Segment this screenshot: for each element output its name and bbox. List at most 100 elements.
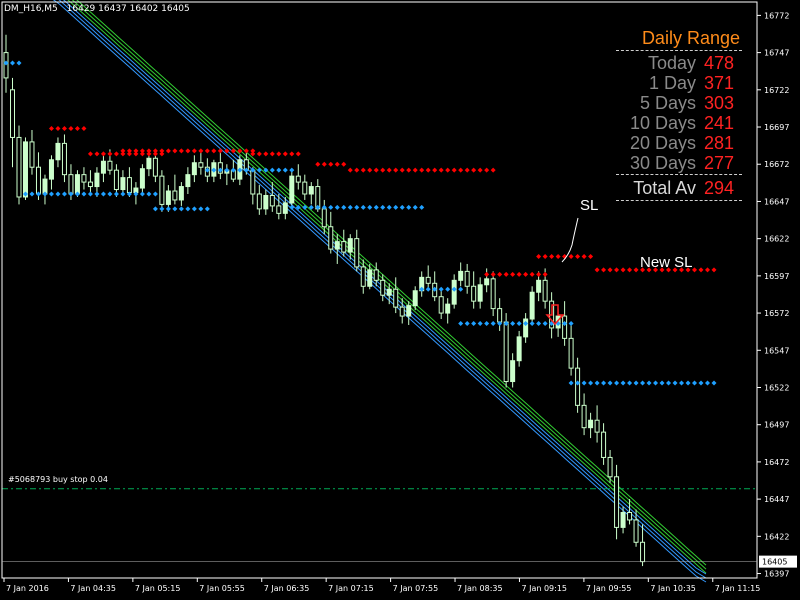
x-tick-label: 7 Jan 04:35 [70,584,116,593]
candle-body [607,456,613,478]
y-tick-label: 16447 [764,495,789,504]
candle-body [113,169,119,191]
y-tick-label: 16397 [764,570,789,579]
candle-body [568,337,574,369]
row-label: 20 Days [629,133,696,153]
candle-body [614,476,620,528]
row-label: 10 Days [629,113,696,133]
candle-body [61,142,67,176]
candle-body [48,159,54,180]
current-price-label: 16405 [762,558,787,567]
candle-body [172,190,178,201]
candle-body [68,174,74,195]
y-tick-label: 16722 [764,86,789,95]
candle-body [107,160,113,171]
candle-body [22,141,28,198]
x-tick-label: 7 Jan 07:55 [393,584,439,593]
row-value: 478 [704,53,735,73]
candle-body [263,194,269,210]
row-label: 30 Days [629,153,696,173]
candle-body [341,241,347,253]
candle-body [393,288,399,308]
candle-body [289,175,295,204]
candle-body [581,404,587,429]
candle-body [152,157,158,177]
sl-annotation: SL [580,197,599,214]
candle-body [347,238,353,253]
y-tick-label: 16597 [764,272,789,281]
candle-body [35,166,41,195]
symbol-label: DM_H16,M5 [4,4,58,14]
candle-body [477,284,483,302]
candle-body [542,279,548,302]
candle-body [328,226,334,250]
candle-body [633,519,639,543]
candle-body [100,160,106,174]
row-value: 303 [704,93,735,113]
candle-body [178,186,184,201]
candle-body [458,270,464,281]
new-sl-annotation: New SL [640,254,693,271]
total-label: Total Av [633,178,696,198]
candle-body [282,202,288,214]
candle-body [536,279,542,293]
daily-range-title: Daily Range [641,28,740,48]
row-value: 241 [704,113,735,133]
candle-body [29,141,35,168]
candle-body [562,315,568,339]
candle-body [627,512,633,521]
candle-body [425,276,431,284]
candle-body [529,291,535,320]
x-tick-label: 7 Jan 05:15 [135,584,181,593]
candle-body [620,512,626,528]
row-label: 1 Day [648,73,696,93]
y-tick-label: 16697 [764,123,789,132]
candle-body [165,190,171,205]
candle-body [276,205,282,214]
candle-body [354,238,360,268]
daily-range-divider [616,50,742,51]
candle-body [575,367,581,406]
candle-body [445,303,451,314]
candle-body [87,181,93,188]
row-value: 277 [704,153,735,173]
candle-body [601,431,607,458]
daily-range-row: 20 Days 281 [612,133,742,153]
daily-range-row: Today 478 [612,53,742,73]
candle-body [256,193,262,210]
candle-body [503,321,509,383]
daily-range-row: 1 Day 371 [612,73,742,93]
candle-body [269,194,275,207]
x-tick-label: 7 Jan 11:15 [715,584,761,593]
daily-range-divider [616,200,742,201]
y-tick-label: 16422 [764,532,789,541]
candle-body [191,162,197,176]
candle-body [386,288,392,296]
candle-body [9,89,15,138]
y-tick-label: 16572 [764,309,789,318]
candle-body [490,278,496,310]
y-tick-label: 16622 [764,235,789,244]
daily-range-divider [616,174,742,175]
row-value: 371 [704,73,735,93]
x-tick-label: 7 Jan 10:35 [650,584,696,593]
y-tick-label: 16472 [764,458,789,467]
candle-body [471,285,477,302]
candle-body [380,279,386,296]
order-label[interactable]: #5068793 buy stop 0.04 [8,475,108,484]
candle-body [16,136,22,198]
candle-body [55,142,61,161]
candle-body [640,541,646,563]
candle-body [594,419,600,433]
candle-body [451,279,457,305]
candle-body [497,308,503,323]
candle-body [126,177,132,194]
y-tick-label: 16747 [764,49,789,58]
chart-header: DM_H16,M5 16429 16437 16402 16405 [4,4,190,14]
candle-body [159,175,165,205]
candle-body [516,336,522,362]
x-tick-label: 7 Jan 06:35 [264,584,310,593]
candle-body [321,208,327,228]
candle-body [484,278,490,286]
x-tick-label: 7 Jan 07:15 [328,584,374,593]
